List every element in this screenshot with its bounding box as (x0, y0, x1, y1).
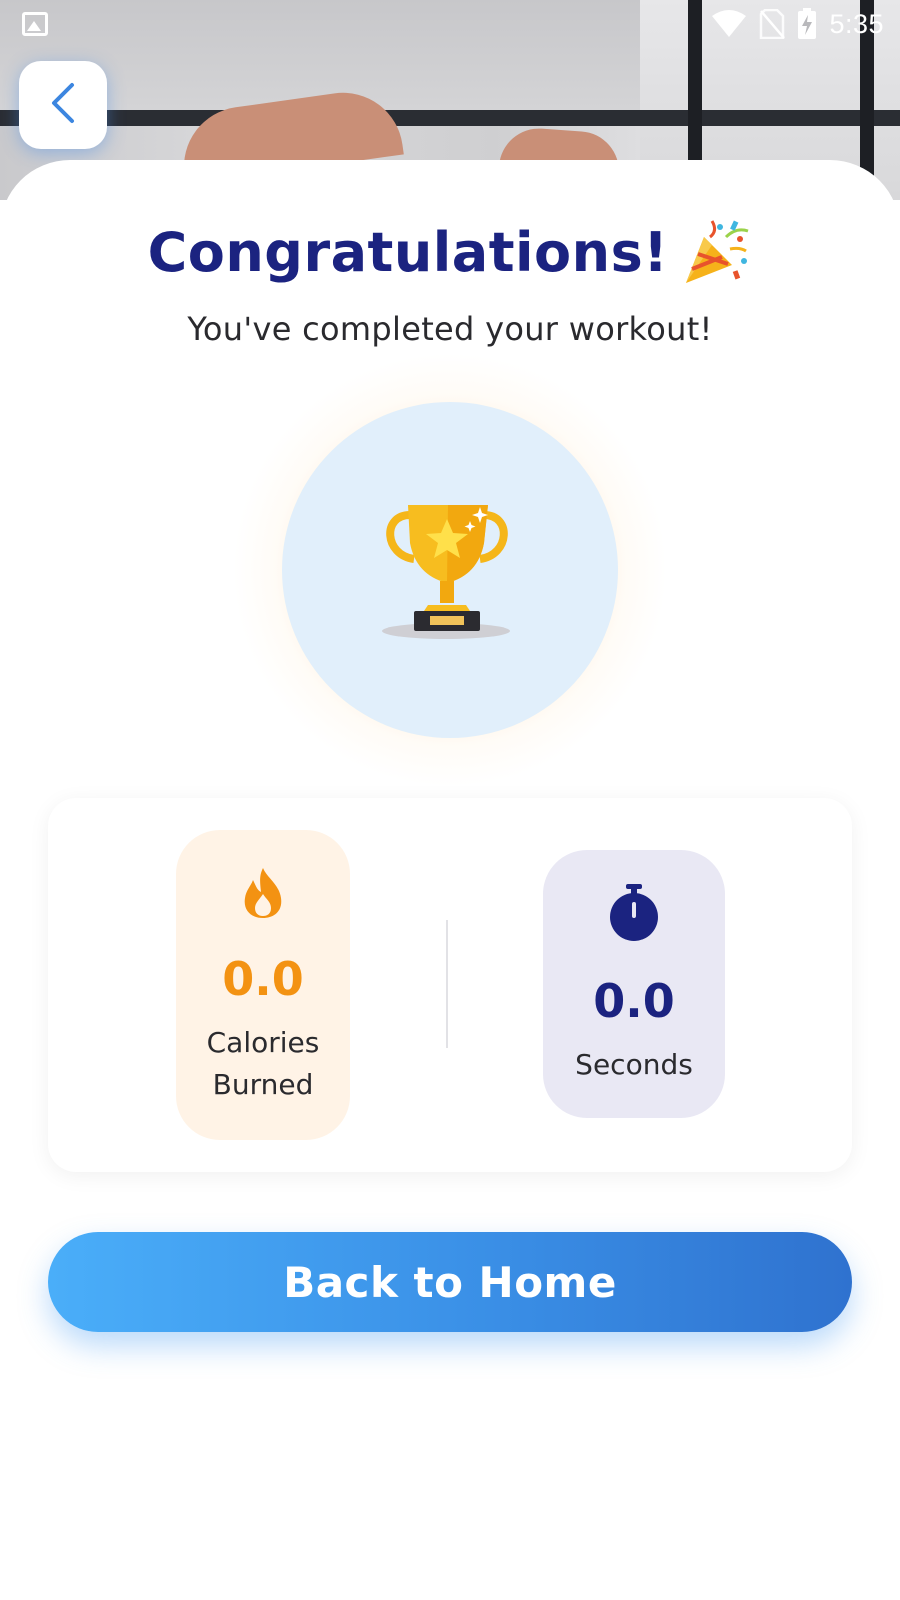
status-time: 5:35 (829, 8, 884, 39)
status-bar: 5:35 (0, 0, 900, 48)
back-button[interactable] (19, 61, 107, 149)
stats-card (48, 798, 852, 1172)
wifi-icon (711, 10, 747, 38)
subtitle: You've completed your workout! (187, 310, 713, 348)
calories-stat: 0.0 Calories Burned (176, 830, 350, 1140)
party-popper-icon (682, 217, 752, 287)
trophy-icon (380, 493, 520, 647)
battery-charging-icon (797, 8, 817, 40)
trophy-badge (282, 402, 618, 738)
chevron-left-icon (48, 81, 78, 129)
no-sim-icon (759, 9, 786, 39)
duration-stat: 0.0 Seconds (543, 850, 725, 1118)
duration-label: Seconds (575, 1048, 693, 1081)
page-title: Congratulations! (147, 220, 669, 284)
calories-value: 0.0 (222, 952, 304, 1006)
back-to-home-button[interactable]: Back to Home (48, 1232, 852, 1332)
duration-value: 0.0 (593, 974, 675, 1028)
photo-icon (22, 12, 48, 36)
stopwatch-icon (608, 884, 660, 946)
status-icons: 5:35 (711, 8, 884, 40)
hero-beam (0, 110, 900, 126)
flame-icon (239, 866, 287, 924)
calories-label: Calories Burned (206, 1026, 320, 1101)
stats-divider (446, 920, 448, 1048)
title-row: Congratulations! (0, 212, 900, 292)
